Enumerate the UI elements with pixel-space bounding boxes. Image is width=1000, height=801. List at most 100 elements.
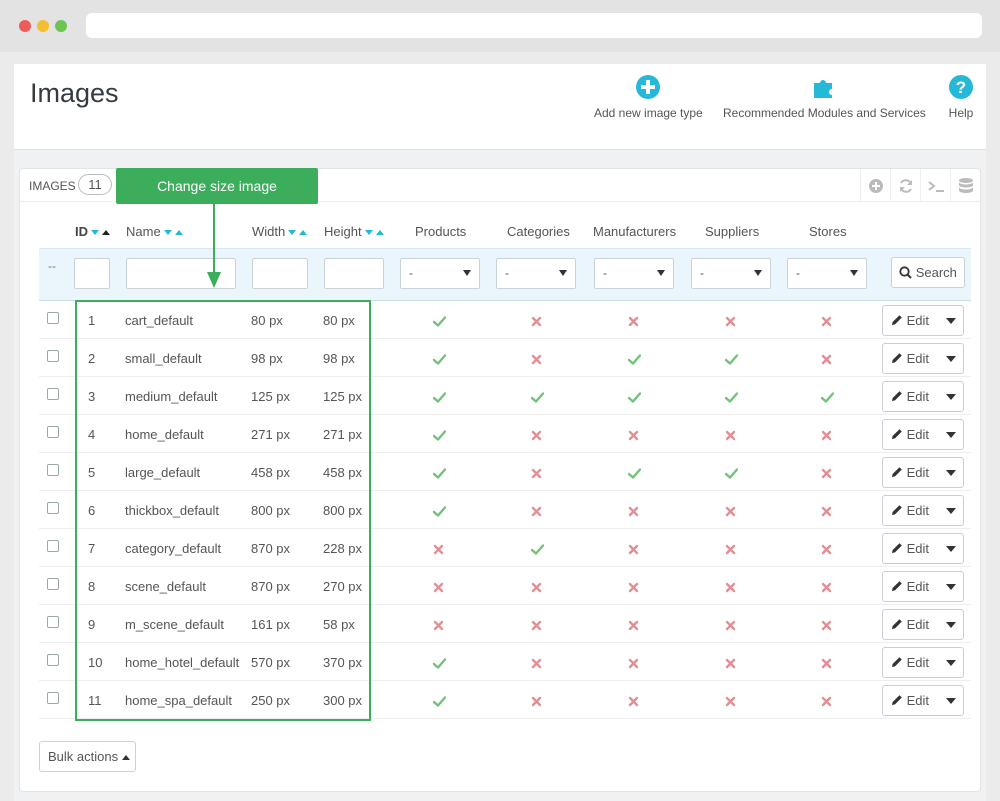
cross-icon[interactable]: [821, 580, 832, 598]
edit-dropdown-toggle[interactable]: [939, 648, 963, 677]
cross-icon[interactable]: [821, 618, 832, 636]
cross-icon[interactable]: [628, 428, 639, 446]
edit-dropdown-toggle[interactable]: [939, 420, 963, 449]
cross-icon[interactable]: [531, 504, 542, 522]
filter-products-select[interactable]: -: [400, 258, 480, 289]
edit-dropdown-toggle[interactable]: [939, 496, 963, 525]
sort-desc-icon[interactable]: [288, 230, 297, 236]
cross-icon[interactable]: [531, 466, 542, 484]
cross-icon[interactable]: [725, 504, 736, 522]
window-close-dot[interactable]: [19, 20, 31, 32]
check-icon[interactable]: [432, 694, 447, 712]
check-icon[interactable]: [530, 390, 545, 408]
cross-icon[interactable]: [531, 580, 542, 598]
col-id[interactable]: ID: [75, 224, 110, 239]
help-button[interactable]: ? Help: [948, 74, 974, 120]
cross-icon[interactable]: [628, 314, 639, 332]
edit-dropdown-toggle[interactable]: [939, 382, 963, 411]
cross-icon[interactable]: [725, 580, 736, 598]
sort-desc-icon[interactable]: [163, 230, 172, 236]
filter-stores-select[interactable]: -: [787, 258, 867, 289]
filter-width-input[interactable]: [252, 258, 308, 289]
cross-icon[interactable]: [821, 314, 832, 332]
filter-categories-select[interactable]: -: [496, 258, 576, 289]
cross-icon[interactable]: [725, 618, 736, 636]
add-icon[interactable]: [860, 169, 890, 202]
cross-icon[interactable]: [628, 580, 639, 598]
edit-dropdown-toggle[interactable]: [939, 458, 963, 487]
window-maximize-dot[interactable]: [55, 20, 67, 32]
edit-button[interactable]: Edit: [883, 534, 937, 563]
edit-button[interactable]: Edit: [883, 458, 937, 487]
edit-dropdown-toggle[interactable]: [939, 344, 963, 373]
cross-icon[interactable]: [628, 542, 639, 560]
edit-button[interactable]: Edit: [883, 648, 937, 677]
sort-asc-icon[interactable]: [299, 230, 308, 236]
check-icon[interactable]: [432, 352, 447, 370]
row-checkbox[interactable]: [47, 426, 59, 438]
edit-dropdown-toggle[interactable]: [939, 534, 963, 563]
edit-dropdown-toggle[interactable]: [939, 306, 963, 335]
check-icon[interactable]: [432, 504, 447, 522]
cross-icon[interactable]: [433, 542, 444, 560]
edit-button[interactable]: Edit: [883, 306, 937, 335]
sort-desc-icon[interactable]: [364, 230, 373, 236]
row-checkbox[interactable]: [47, 616, 59, 628]
col-name[interactable]: Name: [126, 224, 183, 239]
cross-icon[interactable]: [531, 656, 542, 674]
row-checkbox[interactable]: [47, 578, 59, 590]
check-icon[interactable]: [432, 428, 447, 446]
check-icon[interactable]: [627, 390, 642, 408]
sort-desc-icon[interactable]: [91, 230, 99, 236]
row-checkbox[interactable]: [47, 312, 59, 324]
search-button[interactable]: Search: [891, 257, 965, 288]
edit-button[interactable]: Edit: [883, 686, 937, 715]
cross-icon[interactable]: [725, 694, 736, 712]
cross-icon[interactable]: [821, 542, 832, 560]
sort-asc-icon[interactable]: [375, 230, 384, 236]
check-icon[interactable]: [820, 390, 835, 408]
filter-id-input[interactable]: [74, 258, 110, 289]
edit-button[interactable]: Edit: [883, 610, 937, 639]
check-icon[interactable]: [627, 466, 642, 484]
cross-icon[interactable]: [531, 694, 542, 712]
check-icon[interactable]: [724, 390, 739, 408]
bulk-actions-button[interactable]: Bulk actions: [39, 741, 136, 772]
row-checkbox[interactable]: [47, 692, 59, 704]
cross-icon[interactable]: [821, 694, 832, 712]
cross-icon[interactable]: [433, 618, 444, 636]
cross-icon[interactable]: [531, 428, 542, 446]
cross-icon[interactable]: [628, 656, 639, 674]
edit-dropdown-toggle[interactable]: [939, 610, 963, 639]
database-icon[interactable]: [950, 169, 980, 202]
cross-icon[interactable]: [725, 314, 736, 332]
check-icon[interactable]: [724, 352, 739, 370]
cross-icon[interactable]: [821, 428, 832, 446]
recommended-modules-button[interactable]: Recommended Modules and Services: [723, 74, 926, 120]
row-checkbox[interactable]: [47, 654, 59, 666]
cross-icon[interactable]: [821, 656, 832, 674]
check-icon[interactable]: [432, 466, 447, 484]
refresh-icon[interactable]: [890, 169, 920, 202]
sort-asc-icon[interactable]: [174, 230, 183, 236]
edit-button[interactable]: Edit: [883, 572, 937, 601]
row-checkbox[interactable]: [47, 540, 59, 552]
edit-button[interactable]: Edit: [883, 382, 937, 411]
row-checkbox[interactable]: [47, 464, 59, 476]
cross-icon[interactable]: [433, 580, 444, 598]
window-minimize-dot[interactable]: [37, 20, 49, 32]
filter-suppliers-select[interactable]: -: [691, 258, 771, 289]
cross-icon[interactable]: [628, 694, 639, 712]
filter-manufacturers-select[interactable]: -: [594, 258, 674, 289]
cross-icon[interactable]: [725, 656, 736, 674]
cross-icon[interactable]: [821, 466, 832, 484]
cross-icon[interactable]: [725, 428, 736, 446]
sql-terminal-icon[interactable]: [920, 169, 950, 202]
cross-icon[interactable]: [725, 542, 736, 560]
cross-icon[interactable]: [628, 618, 639, 636]
row-checkbox[interactable]: [47, 350, 59, 362]
check-icon[interactable]: [724, 466, 739, 484]
add-image-type-button[interactable]: Add new image type: [594, 74, 703, 120]
cross-icon[interactable]: [821, 352, 832, 370]
row-checkbox[interactable]: [47, 502, 59, 514]
